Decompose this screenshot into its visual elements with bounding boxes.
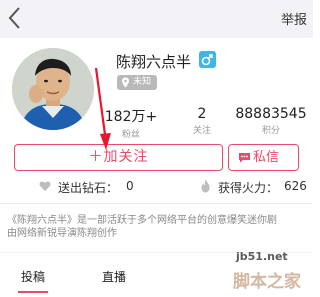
- stat-points[interactable]: 88883545 积分: [232, 106, 310, 136]
- tab-posts[interactable]: 投稿: [21, 268, 45, 285]
- stat-label: 关注: [192, 126, 211, 136]
- diamond-label: 送出钻石：: [58, 181, 119, 195]
- diamond-value: 0: [126, 179, 134, 193]
- male-gender-icon: [199, 51, 216, 68]
- stat-value: 88883545: [235, 106, 307, 122]
- chat-bubble-icon: [239, 153, 250, 163]
- fire-icon: [201, 179, 210, 193]
- stat-label: 积分: [261, 126, 280, 136]
- avatar-photo: [12, 48, 94, 130]
- profile-header: 陈翔六点半 未知 182万+ 粉丝 2 关注 88883545 积分: [0, 38, 313, 140]
- location-badge: 未知: [117, 75, 157, 90]
- section-divider: [0, 203, 313, 204]
- watermark-url: jb51.net: [236, 250, 288, 263]
- profile-description: 《陈翔六点半》是一部活跃于多个网络平台的创意爆笑迷你剧 由网络新锐导演陈翔创作: [7, 214, 307, 240]
- report-button[interactable]: 举报: [281, 9, 307, 28]
- back-arrow-icon[interactable]: [4, 4, 26, 32]
- avatar[interactable]: [12, 48, 94, 130]
- svg-text:脚本之家: 脚本之家: [233, 271, 301, 292]
- top-nav-bar: 举报: [0, 0, 313, 38]
- profile-name: 陈翔六点半: [116, 53, 192, 71]
- watermark-logo: 脚本之家: [224, 268, 310, 292]
- profile-screen: 举报 陈翔六点半 未知 182万+ 粉丝 2 关注 88883545 积分 ＋加…: [0, 0, 313, 297]
- location-text: 未知: [133, 77, 152, 87]
- description-line: 由网络新锐导演陈翔创作: [7, 228, 117, 239]
- message-label: 私信: [253, 150, 280, 165]
- description-line: 《陈翔六点半》是一部活跃于多个网络平台的创意爆笑迷你剧: [7, 215, 277, 226]
- stat-fans[interactable]: 182万+ 粉丝: [103, 106, 159, 140]
- stat-value: 182万+: [104, 109, 158, 125]
- stat-value: 2: [197, 106, 207, 122]
- fire-value: 626: [284, 179, 307, 193]
- fire-label: 获得火力：: [218, 181, 279, 195]
- follow-button[interactable]: ＋加关注: [14, 144, 223, 171]
- message-button[interactable]: 私信: [228, 144, 299, 171]
- location-pin-icon: [122, 77, 129, 88]
- tab-live[interactable]: 直播: [102, 268, 126, 285]
- heart-icon: [39, 181, 51, 191]
- active-tab-indicator: [18, 291, 48, 293]
- stat-following[interactable]: 2 关注: [180, 106, 224, 136]
- stat-label: 粉丝: [121, 130, 140, 140]
